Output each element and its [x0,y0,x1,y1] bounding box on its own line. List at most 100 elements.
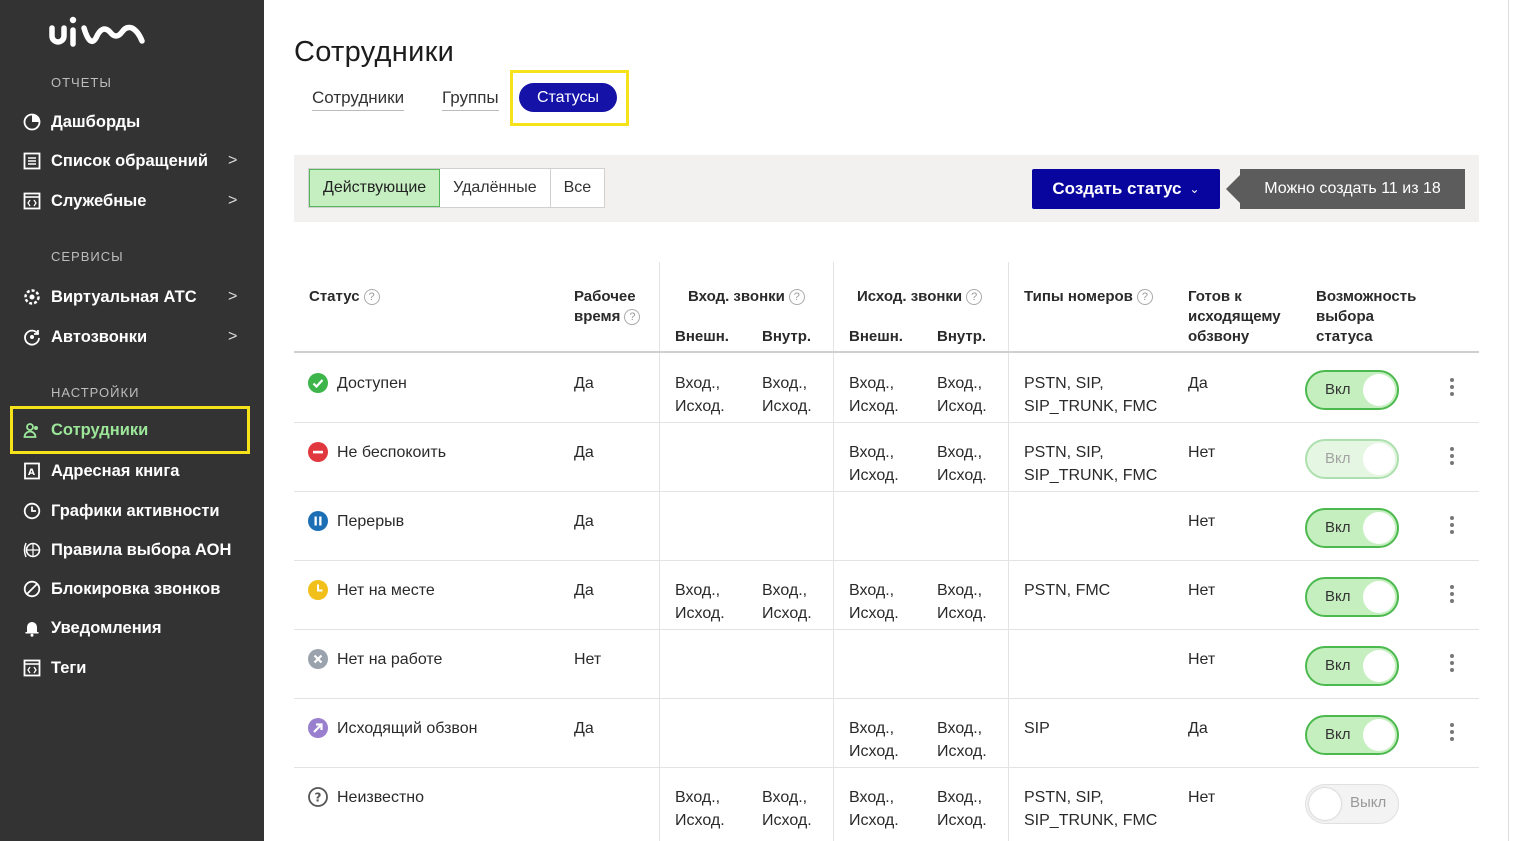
header-in-int: Внутр. [762,328,812,345]
sidebar-item-tags[interactable]: Теги [10,648,250,688]
toggle-knob [1309,788,1341,820]
sidebar-item-activity-schedules[interactable]: Графики активности [10,491,250,531]
in-calls-external: Вход., Исход. [675,789,725,829]
sidebar-item-autocalls[interactable]: Автозвонки > [10,317,250,357]
work-time-value: Нет [574,651,602,668]
help-icon[interactable]: ? [624,309,641,325]
list-icon [22,151,42,171]
status-selectable-toggle[interactable]: Выкл [1305,784,1399,824]
x-circle-icon [308,649,328,669]
status-selectable-toggle[interactable]: Вкл [1305,370,1399,410]
toggle-knob [1363,374,1395,406]
header-selectable: Возможность выбора статуса [1316,288,1417,345]
out-calls-external: Вход., Исход. [849,582,899,622]
question-circle-icon: ? [308,787,328,807]
filter-all[interactable]: Все [551,169,605,207]
section-services: СЕРВИСЫ [51,249,124,264]
ready-value: Нет [1188,582,1216,599]
sidebar-item-aon-rules[interactable]: Правила выбора АОН [10,530,250,570]
toggle-label: Вкл [1325,519,1351,536]
header-in-ext: Внешн. [675,328,729,345]
uis-logo[interactable] [48,14,148,50]
out-calls-internal: Вход., Исход. [937,720,987,760]
in-calls-external: Вход., Исход. [675,375,725,415]
refresh-phone-icon [22,327,42,347]
tab-employees[interactable]: Сотрудники [312,88,405,111]
work-time-value: Да [574,720,594,737]
create-status-button[interactable]: Создать статус ⌄ [1032,169,1220,209]
arrow-circle-icon [308,718,328,738]
status-selectable-toggle[interactable]: Вкл [1305,577,1399,617]
toolbar: Действующие Удалённые Все Создать статус… [294,155,1479,222]
sidebar-item-service[interactable]: Служебные > [10,181,250,221]
status-name: Неизвестно [337,789,425,806]
ready-value: Нет [1188,789,1216,806]
more-options-icon[interactable] [1448,723,1456,745]
help-icon[interactable]: ? [788,289,805,305]
svg-text:?: ? [315,791,322,805]
sidebar-item-label: Сотрудники [51,420,149,439]
help-icon[interactable]: ? [1136,289,1153,305]
minus-circle-icon [308,442,328,462]
filter-active[interactable]: Действующие [309,169,441,207]
work-time-value: Да [574,513,594,530]
status-name: Не беспокоить [337,444,447,461]
table-row: ? Неизвестно Вход., Исход. Вход., Исход. Вход.… [294,768,1479,837]
more-options-icon[interactable] [1448,585,1456,607]
toggle-label: Вкл [1325,588,1351,605]
ready-value: Нет [1188,444,1216,461]
more-options-icon[interactable] [1448,654,1456,676]
status-selectable-toggle[interactable]: Вкл [1305,646,1399,686]
chevron-right-icon: > [228,288,238,305]
status-selectable-toggle[interactable]: Вкл [1305,508,1399,548]
sidebar-item-virtual-pbx[interactable]: Виртуальная АТС > [10,277,250,317]
sidebar-item-label: Теги [51,658,87,677]
work-time-value: Да [574,444,594,461]
chevron-right-icon: > [228,192,238,209]
sidebar-item-address-book[interactable]: A Адресная книга [10,451,250,491]
sidebar-item-label: Виртуальная АТС [51,287,197,306]
table-row: Перерыв Да Нет Вкл [294,492,1479,561]
tab-groups[interactable]: Группы [442,88,499,111]
filter-deleted[interactable]: Удалённые [440,169,551,207]
status-selectable-toggle[interactable]: Вкл [1305,439,1399,479]
toggle-label: Вкл [1325,726,1351,743]
tab-statuses[interactable]: Статусы [519,83,617,112]
more-options-icon[interactable] [1448,378,1456,400]
header-work-time: Рабочее время? [574,287,641,327]
work-time-value: Да [574,375,594,392]
number-types: PSTN, FMC [1024,582,1111,599]
more-options-icon[interactable] [1448,447,1456,469]
pause-circle-icon [308,511,328,531]
sidebar-item-requests[interactable]: Список обращений > [10,141,250,181]
number-types: SIP [1024,720,1050,737]
chevron-right-icon: > [228,328,238,345]
status-name: Нет на месте [337,582,435,599]
help-icon[interactable]: ? [363,289,380,305]
header-out-calls: Исход. звонки? [857,287,983,307]
sidebar-item-label: Дашборды [51,112,141,131]
status-selectable-toggle[interactable]: Вкл [1305,715,1399,755]
ready-value: Да [1188,720,1208,737]
more-options-icon[interactable] [1448,516,1456,538]
sidebar-item-label: Графики активности [51,501,220,520]
toggle-label: Вкл [1325,381,1351,398]
page-border [1508,0,1509,841]
sidebar-item-notifications[interactable]: Уведомления [10,608,250,648]
pie-chart-icon [22,112,42,132]
in-calls-internal: Вход., Исход. [762,789,812,829]
sidebar-item-employees[interactable]: Сотрудники [10,406,250,454]
ready-value: Нет [1188,513,1216,530]
sidebar-item-call-blocking[interactable]: Блокировка звонков [10,569,250,609]
clock-circle-icon [308,580,328,600]
table-row: Нет на месте Да Вход., Исход. Вход., Исход. Вх… [294,561,1479,630]
out-calls-external: Вход., Исход. [849,375,899,415]
chevron-right-icon: > [228,152,238,169]
chevron-down-icon: ⌄ [1189,182,1200,196]
sidebar-item-dashboards[interactable]: Дашборды [10,102,250,142]
in-calls-internal: Вход., Исход. [762,375,812,415]
section-reports: ОТЧЕТЫ [51,75,112,90]
number-types: PSTN, SIP, SIP_TRUNK, FMC [1024,375,1158,415]
help-icon[interactable]: ? [966,289,983,305]
in-calls-internal: Вход., Исход. [762,582,812,622]
